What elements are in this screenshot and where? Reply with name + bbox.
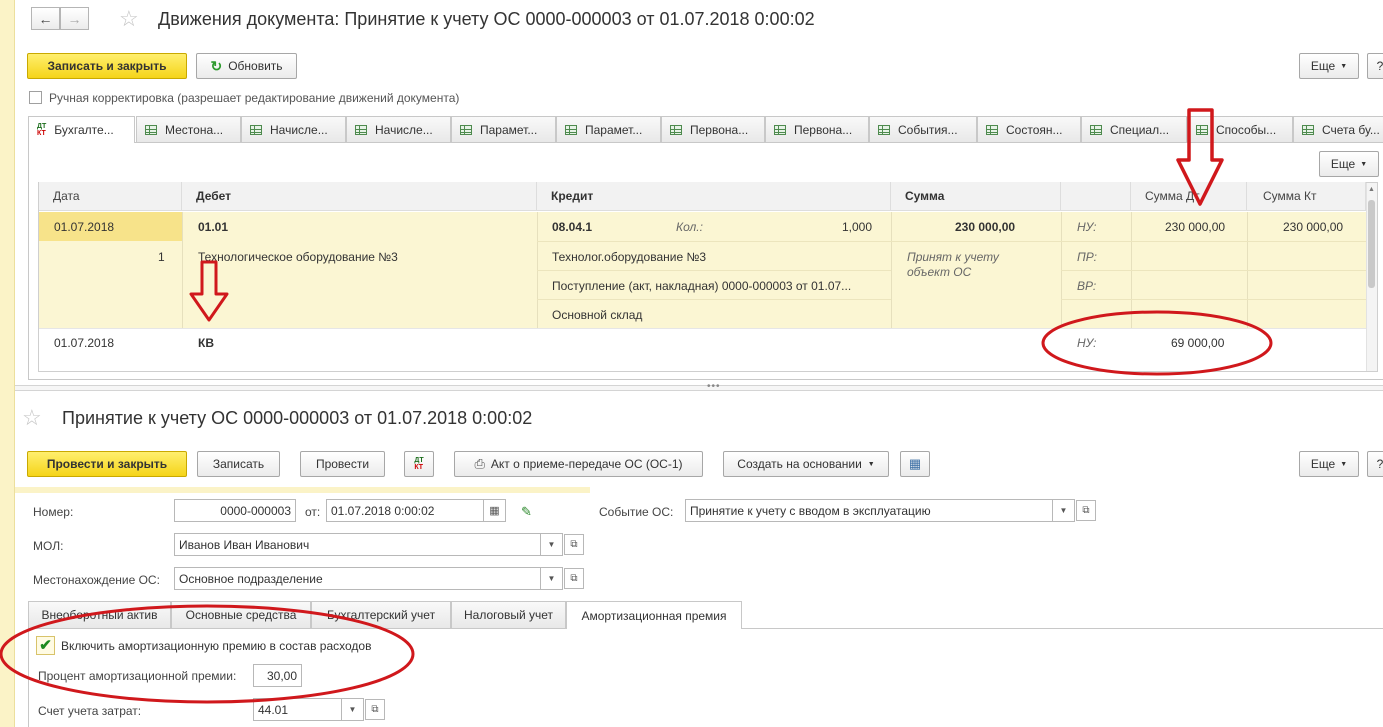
tab-label: Бухгалте... bbox=[54, 123, 114, 137]
screen: ← → ☆ Движения документа: Принятие к уче… bbox=[0, 0, 1383, 727]
dt-kt-icon: ДТ КТ bbox=[37, 123, 47, 137]
tab-accounting[interactable]: ДТ КТ Бухгалте... bbox=[28, 116, 135, 143]
arrow-down-annotation bbox=[189, 260, 229, 322]
ellipse-annotation bbox=[1041, 310, 1273, 376]
tab-depreciation-premium[interactable]: Амортизационная премия bbox=[566, 601, 742, 629]
arrow-down-annotation bbox=[1176, 108, 1224, 206]
ellipse-annotation bbox=[0, 604, 415, 704]
